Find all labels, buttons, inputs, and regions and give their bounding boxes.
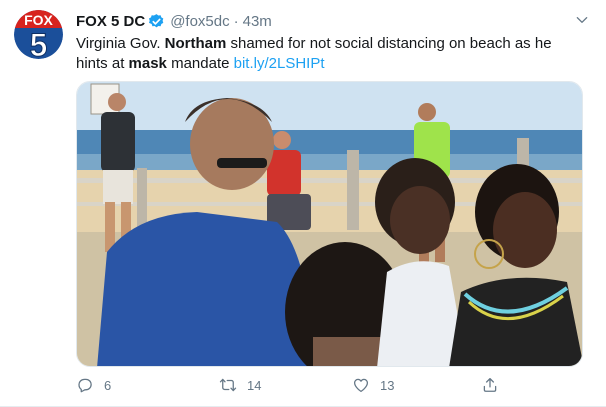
separator-dot: ·	[233, 12, 239, 30]
tweet-text-part: Virginia Gov.	[76, 35, 165, 52]
reply-count: 6	[104, 377, 112, 393]
tweet-card[interactable]: FOX 5 FOX 5 DC @fox5dc · 43m Virginia Go…	[0, 0, 606, 407]
tweet-action-bar: 6 14 13	[76, 372, 583, 402]
beach-photo	[77, 82, 582, 366]
retweet-button[interactable]: 14	[219, 376, 261, 394]
share-icon	[483, 377, 497, 392]
fox-logo-number: 5	[30, 27, 48, 59]
fox-logo-text: FOX	[24, 12, 53, 28]
tweet-text-bold: mask	[128, 55, 167, 72]
like-icon	[353, 378, 369, 393]
reply-icon	[78, 378, 92, 393]
tweet-text: Virginia Gov. Northam shamed for not soc…	[76, 34, 576, 74]
fox5-logo: FOX 5	[14, 10, 63, 59]
retweet-count: 14	[247, 377, 262, 393]
share-button[interactable]	[481, 376, 509, 394]
retweet-icon	[219, 378, 237, 392]
tweet-header: FOX 5 DC @fox5dc · 43m	[76, 11, 272, 31]
verified-badge-icon	[149, 13, 164, 27]
account-name[interactable]: FOX 5 DC	[76, 13, 145, 30]
chevron-down-icon[interactable]	[574, 12, 590, 28]
tweet-text-part: mandate	[166, 55, 234, 72]
tweet-text-bold: Northam	[164, 35, 227, 52]
tweet-timestamp[interactable]: 43m	[243, 13, 272, 30]
tweet-link[interactable]: bit.ly/2LSHIPt	[234, 55, 325, 72]
like-button[interactable]: 13	[352, 376, 394, 394]
tweet-media-photo[interactable]	[76, 81, 583, 367]
account-avatar[interactable]: FOX 5	[14, 10, 63, 59]
reply-button[interactable]: 6	[76, 376, 111, 394]
like-count: 13	[380, 377, 395, 393]
account-handle[interactable]: @fox5dc	[170, 13, 229, 30]
